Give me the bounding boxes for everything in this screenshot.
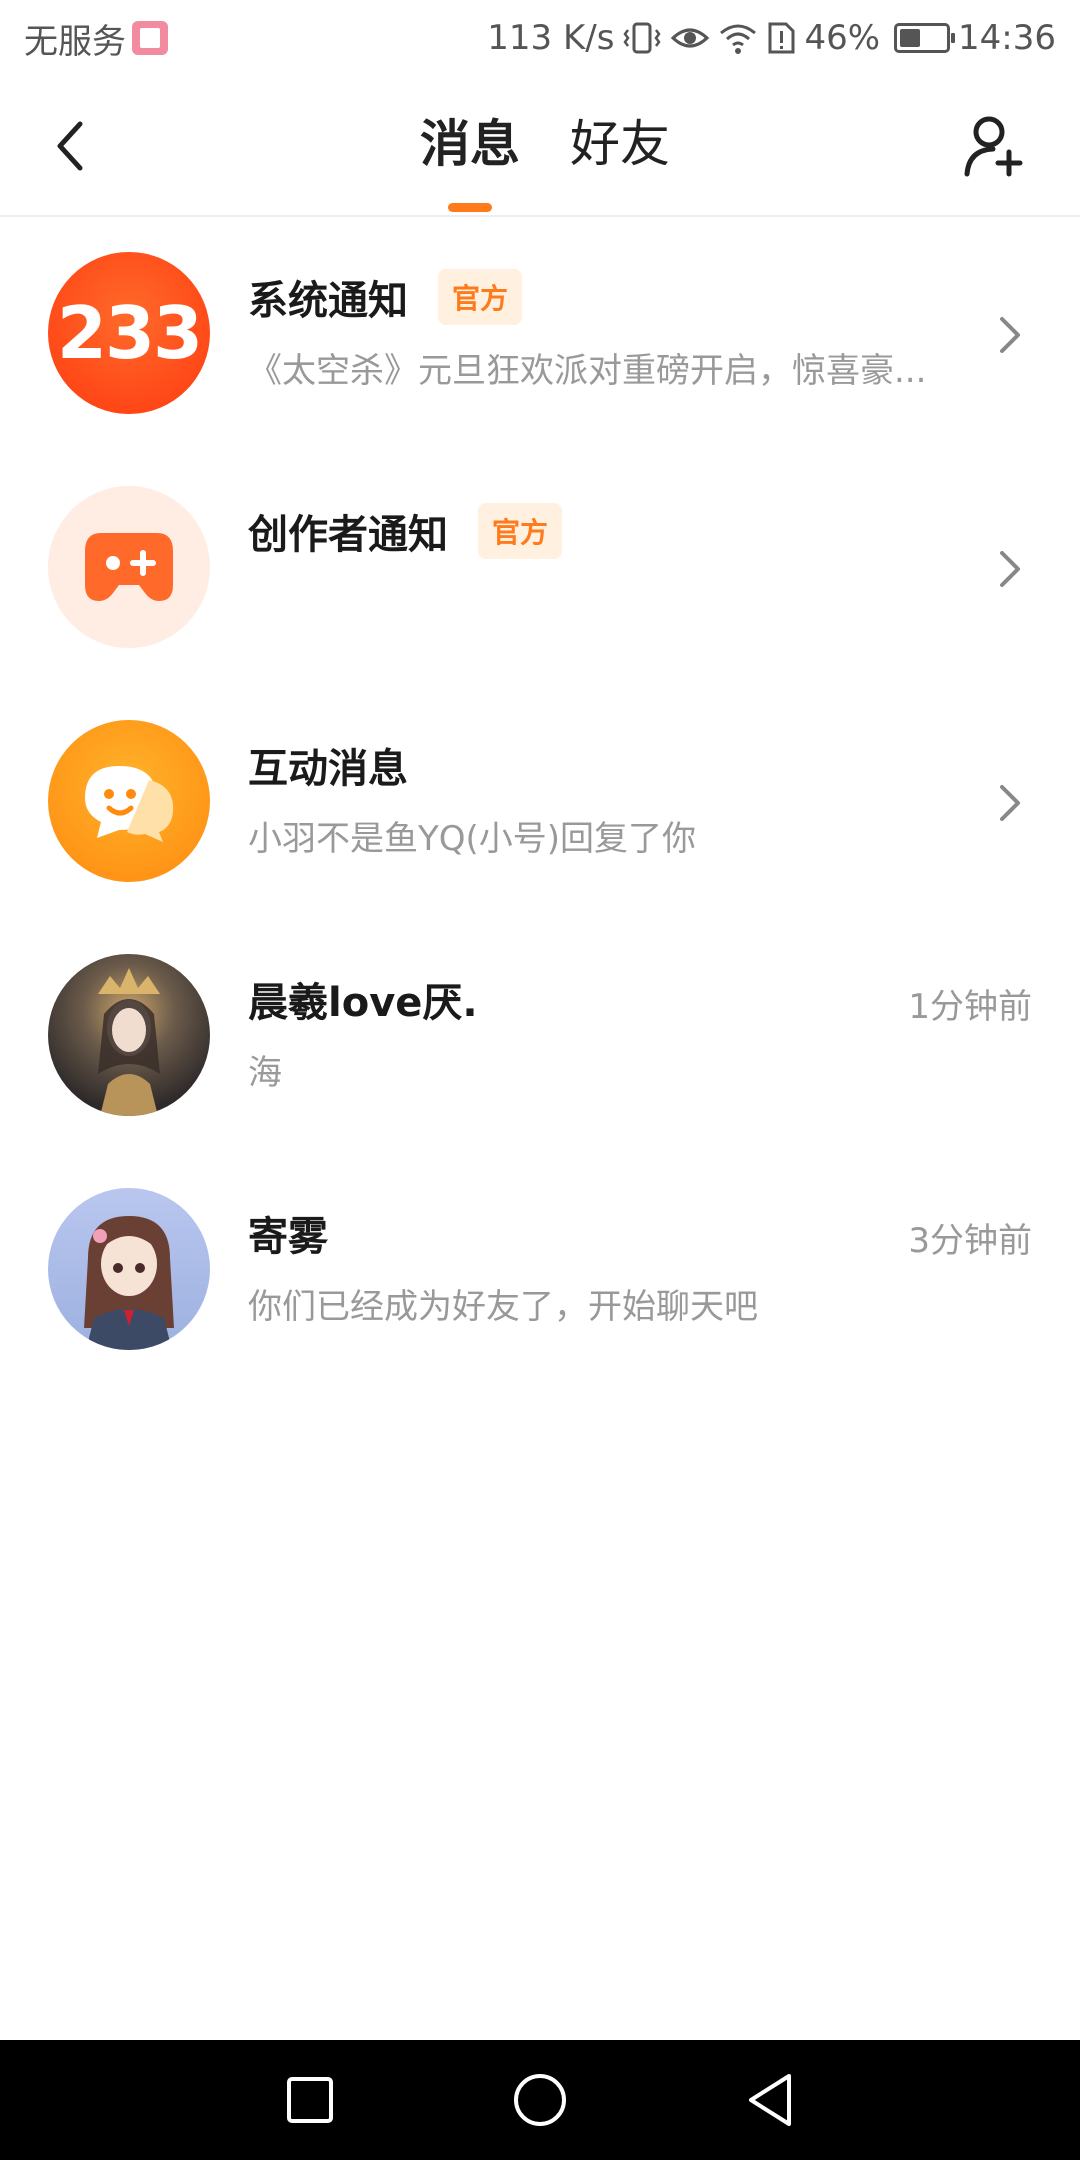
list-item-title: 晨羲love厌. bbox=[248, 980, 478, 1026]
battery-icon bbox=[894, 23, 956, 53]
list-item-title: 互动消息 bbox=[248, 746, 408, 792]
circle-icon bbox=[514, 2074, 566, 2126]
list-item-title: 寄雾 bbox=[248, 1214, 328, 1260]
official-badge: 官方 bbox=[438, 269, 523, 325]
tab-bar: 消息 好友 bbox=[0, 76, 1080, 217]
home-button[interactable] bbox=[510, 2070, 570, 2130]
status-right: 113 K/s 46% 14:36 bbox=[487, 18, 1056, 58]
list-item-title: 系统通知 bbox=[248, 278, 408, 324]
list-item-chat-user1[interactable]: 晨羲love厌. 海 1分钟前 bbox=[0, 919, 1080, 1153]
message-list: 233 系统通知 官方 《太空杀》元旦狂欢派对重磅开启，惊喜豪... 创作者通知… bbox=[0, 217, 1080, 1387]
add-friend-button[interactable] bbox=[960, 106, 1030, 186]
system-notice-avatar: 233 bbox=[48, 252, 210, 414]
list-item-preview: 海 bbox=[248, 1053, 282, 1093]
list-item-title: 创作者通知 bbox=[248, 512, 448, 558]
vibrate-icon bbox=[623, 22, 661, 54]
clock: 14:36 bbox=[958, 18, 1056, 58]
square-icon bbox=[287, 2077, 333, 2123]
list-item-body: 系统通知 官方 《太空杀》元旦狂欢派对重磅开启，惊喜豪... bbox=[248, 267, 1032, 392]
battery-percent: 46% bbox=[804, 18, 881, 58]
chevron-right-icon bbox=[990, 775, 1030, 831]
list-item-chat-user2[interactable]: 寄雾 你们已经成为好友了，开始聊天吧 3分钟前 bbox=[0, 1153, 1080, 1387]
list-item-body: 晨羲love厌. 海 1分钟前 bbox=[248, 969, 1032, 1094]
system-back-button[interactable] bbox=[740, 2070, 800, 2130]
status-bar: 无服务 113 K/s 46% 14:36 bbox=[0, 0, 1080, 76]
creator-notice-avatar bbox=[48, 486, 210, 648]
add-user-icon bbox=[964, 116, 1023, 177]
user-portrait-icon bbox=[84, 1216, 174, 1350]
chat-bubble-smile-icon bbox=[85, 766, 174, 842]
tab-messages[interactable]: 消息 bbox=[420, 104, 520, 190]
title-row: 系统通知 官方 bbox=[248, 267, 1032, 327]
gamepad-icon bbox=[85, 533, 173, 601]
list-item-creator-notice[interactable]: 创作者通知 官方 bbox=[0, 451, 1080, 685]
status-left: 无服务 bbox=[24, 14, 168, 63]
battery-level bbox=[900, 29, 921, 47]
tab-friends[interactable]: 好友 bbox=[570, 104, 670, 190]
sim-alert-icon bbox=[768, 22, 795, 54]
list-item-preview: 小羽不是鱼YQ(小号)回复了你 bbox=[248, 819, 697, 859]
system-nav-bar bbox=[0, 2040, 1080, 2160]
triangle-back-icon bbox=[749, 2074, 791, 2126]
list-item-preview: 《太空杀》元旦狂欢派对重磅开启，惊喜豪... bbox=[248, 351, 927, 391]
list-item-body: 创作者通知 官方 bbox=[248, 501, 1032, 561]
eye-icon bbox=[671, 28, 710, 48]
recent-apps-button[interactable] bbox=[280, 2070, 340, 2130]
net-speed: 113 K/s bbox=[487, 18, 615, 58]
avatar bbox=[48, 1188, 210, 1350]
user-portrait-icon bbox=[98, 968, 160, 1116]
message-time: 1分钟前 bbox=[908, 987, 1032, 1027]
header: 消息 好友 bbox=[0, 76, 1080, 217]
carrier-text: 无服务 bbox=[24, 21, 126, 62]
title-row: 创作者通知 官方 bbox=[248, 501, 1032, 561]
avatar-logo-text: 233 bbox=[56, 291, 203, 375]
title-row: 互动消息 bbox=[248, 735, 1032, 795]
list-item-preview: 你们已经成为好友了，开始聊天吧 bbox=[248, 1287, 758, 1327]
reader-app-icon bbox=[132, 21, 168, 55]
wifi-icon bbox=[720, 24, 757, 54]
interactions-avatar bbox=[48, 720, 210, 882]
message-time: 3分钟前 bbox=[908, 1221, 1032, 1261]
list-item-interactions[interactable]: 互动消息 小羽不是鱼YQ(小号)回复了你 bbox=[0, 685, 1080, 919]
chevron-right-icon bbox=[990, 541, 1030, 597]
avatar bbox=[48, 954, 210, 1116]
list-item-body: 互动消息 小羽不是鱼YQ(小号)回复了你 bbox=[248, 735, 1032, 860]
list-item-system-notice[interactable]: 233 系统通知 官方 《太空杀》元旦狂欢派对重磅开启，惊喜豪... bbox=[0, 217, 1080, 451]
chevron-right-icon bbox=[990, 307, 1030, 363]
official-badge: 官方 bbox=[478, 503, 563, 559]
list-item-body: 寄雾 你们已经成为好友了，开始聊天吧 3分钟前 bbox=[248, 1203, 1032, 1328]
